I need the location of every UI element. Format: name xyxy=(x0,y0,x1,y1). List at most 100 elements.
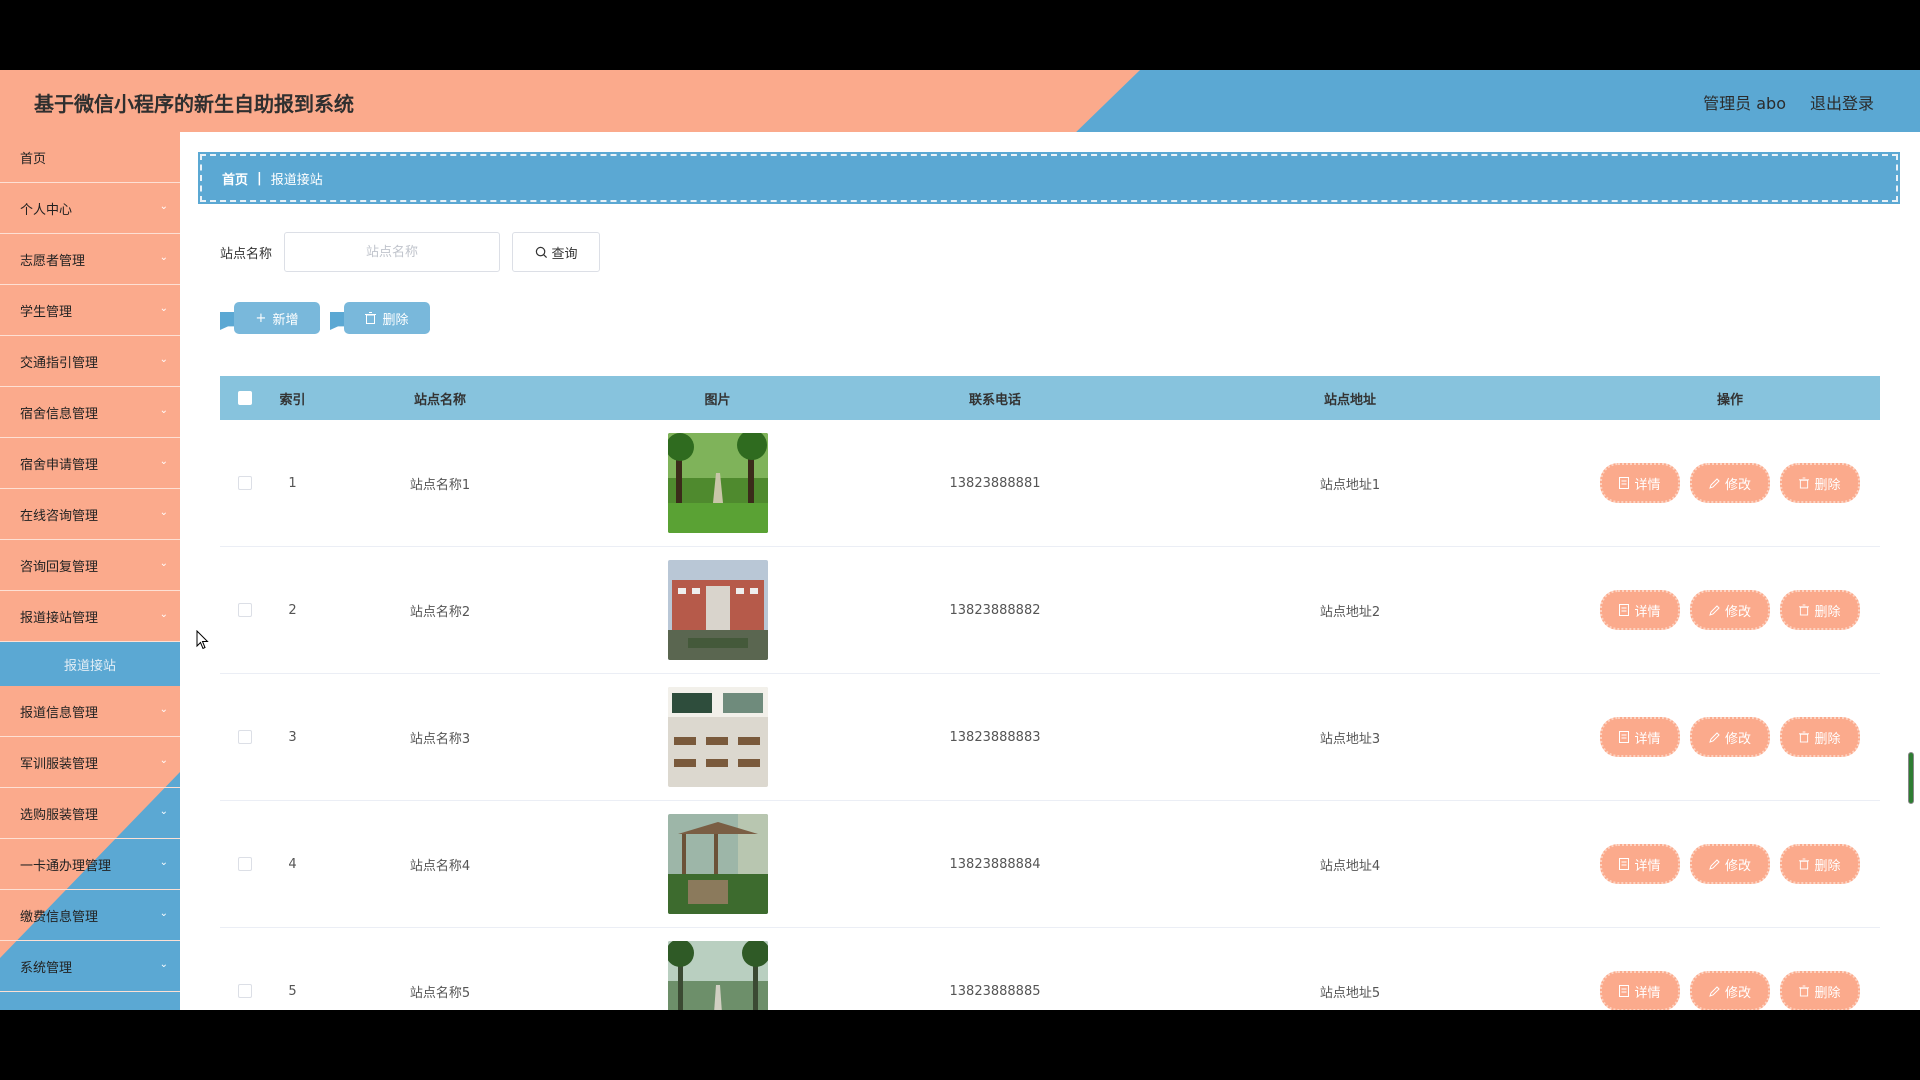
query-button[interactable]: 查询 xyxy=(512,232,601,272)
document-icon xyxy=(1619,477,1630,489)
sidebar-item-label: 首页 xyxy=(20,151,47,167)
sidebar-item-label: 报道信息管理 xyxy=(20,705,99,721)
detail-button-label: 详情 xyxy=(1634,604,1661,620)
delete-button-label: 删除 xyxy=(1814,858,1841,874)
cell-index: 3 xyxy=(288,729,297,745)
batch-delete-button[interactable]: 删除 xyxy=(330,300,430,340)
sidebar-item-home[interactable]: 首页 xyxy=(0,132,180,183)
cell-phone: 13823888884 xyxy=(949,856,1041,872)
sidebar-item-purchase-clothes[interactable]: 选购服装管理 ⌄ xyxy=(0,788,180,839)
chevron-down-icon: ⌄ xyxy=(159,354,168,365)
delete-button[interactable]: 删除 xyxy=(1780,717,1860,757)
delete-button[interactable]: 删除 xyxy=(1780,971,1860,1010)
select-all-checkbox[interactable] xyxy=(238,391,252,405)
cell-station-name: 站点名称1 xyxy=(409,477,471,493)
row-actions: 详情 修改 删除 xyxy=(1580,717,1880,757)
sidebar-item-consult-reply[interactable]: 咨询回复管理 ⌄ xyxy=(0,540,180,591)
sidebar-item-label: 军训服装管理 xyxy=(20,756,99,772)
sidebar-item-label: 宿舍申请管理 xyxy=(20,457,99,473)
sidebar-item-student[interactable]: 学生管理 ⌄ xyxy=(0,285,180,336)
trash-icon xyxy=(1799,858,1810,870)
breadcrumb-current: 报道接站 xyxy=(270,172,323,188)
plus-icon: + xyxy=(255,310,267,326)
sidebar-item-dorm-info[interactable]: 宿舍信息管理 ⌄ xyxy=(0,387,180,438)
edit-button[interactable]: 修改 xyxy=(1690,971,1770,1010)
sidebar-item-dorm-apply[interactable]: 宿舍申请管理 ⌄ xyxy=(0,438,180,489)
station-photo xyxy=(667,814,768,914)
table-row: 1 站点名称1 13823888881 站点地址1 详情 修改 删除 xyxy=(220,420,1880,547)
station-name-input[interactable] xyxy=(284,232,501,272)
station-photo xyxy=(667,560,768,660)
add-button-face: + 新增 xyxy=(234,302,320,334)
sidebar-item-online-consult[interactable]: 在线咨询管理 ⌄ xyxy=(0,489,180,540)
sidebar-item-label: 在线咨询管理 xyxy=(20,508,99,524)
sidebar-item-traffic-guide[interactable]: 交通指引管理 ⌄ xyxy=(0,336,180,387)
cell-station-name: 站点名称3 xyxy=(409,731,471,747)
sidebar-item-label: 交通指引管理 xyxy=(20,355,99,371)
column-header-name: 站点名称 xyxy=(413,392,466,408)
row-checkbox[interactable] xyxy=(238,603,252,617)
cell-index: 2 xyxy=(288,602,297,618)
top-header: 基于微信小程序的新生自助报到系统 管理员 abo 退出登录 xyxy=(0,70,1920,132)
add-button[interactable]: + 新增 xyxy=(220,300,320,340)
sidebar-item-label: 志愿者管理 xyxy=(20,253,86,269)
column-header-phone: 联系电话 xyxy=(968,392,1021,408)
sidebar-subitem-pickup-station[interactable]: 报道接站 xyxy=(0,642,180,686)
edit-button[interactable]: 修改 xyxy=(1690,463,1770,503)
cell-address: 站点地址4 xyxy=(1319,858,1381,874)
breadcrumb-home[interactable]: 首页 xyxy=(222,169,248,188)
chevron-down-icon: ⌄ xyxy=(159,609,168,620)
delete-button[interactable]: 删除 xyxy=(1780,590,1860,630)
cell-address: 站点地址1 xyxy=(1319,477,1381,493)
sidebar-item-label: 学生管理 xyxy=(20,304,73,320)
chevron-down-icon: ⌄ xyxy=(159,252,168,263)
chevron-down-icon: ⌄ xyxy=(159,405,168,416)
sidebar-item-system[interactable]: 系统管理 ⌄ xyxy=(0,941,180,992)
cell-station-name: 站点名称4 xyxy=(409,858,471,874)
row-checkbox[interactable] xyxy=(238,476,252,490)
edit-button[interactable]: 修改 xyxy=(1690,590,1770,630)
document-icon xyxy=(1619,731,1630,743)
edit-button-label: 修改 xyxy=(1724,985,1751,1001)
row-checkbox[interactable] xyxy=(238,984,252,998)
station-photo xyxy=(667,433,768,533)
logout-link[interactable]: 退出登录 xyxy=(1810,90,1874,114)
sidebar-item-personal-center[interactable]: 个人中心 ⌄ xyxy=(0,183,180,234)
chevron-down-icon: ⌄ xyxy=(159,201,168,212)
delete-button[interactable]: 删除 xyxy=(1780,844,1860,884)
chevron-down-icon: ⌄ xyxy=(159,558,168,569)
detail-button[interactable]: 详情 xyxy=(1600,717,1680,757)
delete-button[interactable]: 删除 xyxy=(1780,463,1860,503)
table-header: 索引 站点名称 图片 联系电话 站点地址 操作 xyxy=(220,376,1880,420)
search-bar: 站点名称 查询 xyxy=(220,232,601,272)
cell-station-name: 站点名称5 xyxy=(409,985,471,1001)
chevron-down-icon: ⌄ xyxy=(159,959,168,970)
cell-address: 站点地址5 xyxy=(1319,985,1381,1001)
sidebar-item-military-clothes[interactable]: 军训服装管理 ⌄ xyxy=(0,737,180,788)
sidebar-item-volunteer[interactable]: 志愿者管理 ⌄ xyxy=(0,234,180,285)
detail-button[interactable]: 详情 xyxy=(1600,971,1680,1010)
detail-button[interactable]: 详情 xyxy=(1600,844,1680,884)
row-checkbox[interactable] xyxy=(238,730,252,744)
column-header-image: 图片 xyxy=(704,392,731,408)
sidebar-item-pickup-station[interactable]: 报道接站管理 ⌄ xyxy=(0,591,180,642)
edit-button-label: 修改 xyxy=(1724,731,1751,747)
edit-icon xyxy=(1709,604,1720,616)
edit-icon xyxy=(1709,477,1720,489)
detail-button[interactable]: 详情 xyxy=(1600,590,1680,630)
edit-button[interactable]: 修改 xyxy=(1690,717,1770,757)
detail-button[interactable]: 详情 xyxy=(1600,463,1680,503)
cell-station-name: 站点名称2 xyxy=(409,604,471,620)
page-scrollbar[interactable] xyxy=(1908,752,1914,804)
trash-icon xyxy=(1799,477,1810,489)
sidebar-item-payment-info[interactable]: 缴费信息管理 ⌄ xyxy=(0,890,180,941)
delete-button-label: 删除 xyxy=(1814,477,1841,493)
delete-button-label: 删除 xyxy=(1814,604,1841,620)
row-checkbox[interactable] xyxy=(238,857,252,871)
sidebar-item-report-info[interactable]: 报道信息管理 ⌄ xyxy=(0,686,180,737)
sidebar-item-label: 报道接站 xyxy=(63,658,116,674)
search-icon xyxy=(535,246,547,258)
sidebar-item-campus-card[interactable]: 一卡通办理管理 ⌄ xyxy=(0,839,180,890)
edit-button[interactable]: 修改 xyxy=(1690,844,1770,884)
sidebar-item-label: 缴费信息管理 xyxy=(20,909,99,925)
